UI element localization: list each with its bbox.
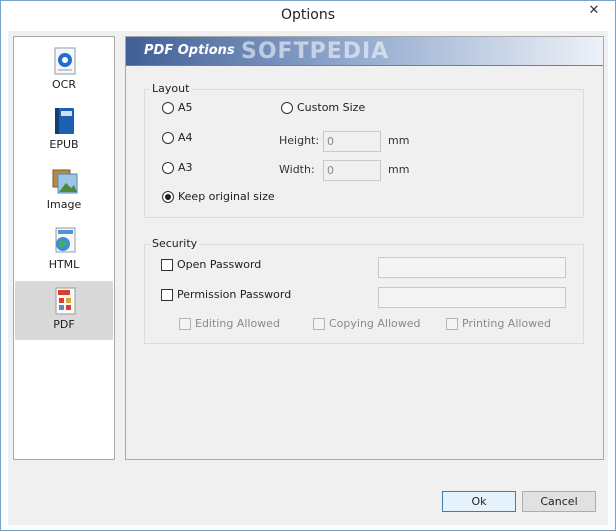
radio-circle (162, 101, 174, 114)
permission-password-input[interactable] (378, 287, 566, 308)
sidebar-item-label: Image (46, 198, 82, 211)
open-password-checkbox[interactable]: Open Password (161, 258, 261, 271)
radio-a3[interactable]: A3 (162, 161, 193, 174)
cancel-button[interactable]: Cancel (522, 491, 596, 512)
sidebar-item-html[interactable]: HTML (15, 221, 113, 280)
printing-allowed-checkbox[interactable]: Printing Allowed (446, 317, 551, 330)
close-button[interactable]: ✕ (581, 3, 607, 21)
radio-label: A3 (178, 161, 193, 174)
sidebar-item-pdf[interactable]: PDF (15, 281, 113, 340)
checkbox-box (179, 317, 191, 330)
checkbox-label: Editing Allowed (195, 317, 280, 330)
permission-password-checkbox[interactable]: Permission Password (161, 288, 291, 301)
checkbox-label: Copying Allowed (329, 317, 421, 330)
image-icon (52, 167, 78, 195)
dialog-client-area: OCR EPUB Image HTML PDF PDF Options SOFT… (8, 31, 608, 525)
checkbox-label: Permission Password (177, 288, 292, 301)
radio-a4[interactable]: A4 (162, 131, 193, 144)
radio-circle (162, 161, 174, 174)
radio-custom-size[interactable]: Custom Size (281, 101, 365, 114)
radio-a5[interactable]: A5 (162, 101, 193, 114)
epub-icon (52, 107, 78, 135)
security-group-title: Security (150, 237, 200, 250)
pdf-icon (52, 287, 78, 315)
open-password-input[interactable] (378, 257, 566, 278)
watermark: SOFTPEDIA (241, 39, 390, 64)
html-icon (52, 227, 78, 255)
height-input[interactable]: 0 (323, 131, 381, 152)
editing-allowed-checkbox[interactable]: Editing Allowed (179, 317, 280, 330)
checkbox-box (446, 317, 458, 330)
panel-title: PDF Options (144, 43, 235, 58)
sidebar-item-epub[interactable]: EPUB (15, 101, 113, 160)
title-bar: Options ✕ (1, 1, 615, 31)
checkbox-box (161, 288, 173, 301)
sidebar-item-ocr[interactable]: OCR (15, 41, 113, 100)
radio-keep-original-size[interactable]: Keep original size (162, 190, 275, 203)
width-label: Width: (279, 163, 315, 176)
sidebar-item-label: OCR (52, 78, 76, 91)
radio-label: A4 (178, 131, 193, 144)
width-input[interactable]: 0 (323, 160, 381, 181)
checkbox-label: Printing Allowed (462, 317, 551, 330)
radio-circle (162, 131, 174, 144)
window-title: Options (280, 7, 336, 23)
checkbox-box (313, 317, 325, 330)
copying-allowed-checkbox[interactable]: Copying Allowed (313, 317, 421, 330)
layout-group-title: Layout (150, 82, 192, 95)
ok-button[interactable]: Ok (442, 491, 516, 512)
banner-divider (126, 65, 603, 66)
height-label: Height: (279, 134, 320, 147)
radio-label: Keep original size (178, 190, 275, 203)
sidebar-item-label: EPUB (49, 138, 79, 151)
height-unit: mm (388, 134, 410, 147)
radio-circle (281, 101, 293, 114)
panel-banner: PDF Options SOFTPEDIA (126, 37, 603, 65)
options-dialog: Options ✕ OCR EPUB Image HTML PDF PDF Op… (0, 0, 616, 531)
radio-circle-selected (162, 190, 174, 203)
radio-label: A5 (178, 101, 193, 114)
sidebar-item-image[interactable]: Image (15, 161, 113, 220)
checkbox-box (161, 258, 173, 271)
category-sidebar: OCR EPUB Image HTML PDF (13, 36, 115, 460)
checkbox-label: Open Password (177, 258, 262, 271)
sidebar-item-label: PDF (53, 318, 75, 331)
width-unit: mm (388, 163, 410, 176)
radio-label: Custom Size (297, 101, 366, 114)
pdf-options-panel: PDF Options SOFTPEDIA Layout A5 A4 A3 Ke… (125, 36, 604, 460)
ocr-icon (52, 47, 78, 75)
sidebar-item-label: HTML (48, 258, 80, 271)
